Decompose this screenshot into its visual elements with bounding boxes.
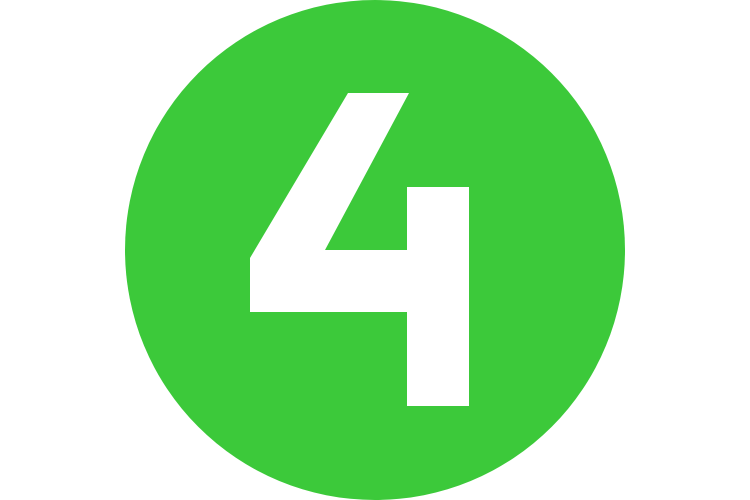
number-badge-canvas: 4 — [0, 0, 750, 500]
number-badge: 4 — [125, 0, 625, 500]
